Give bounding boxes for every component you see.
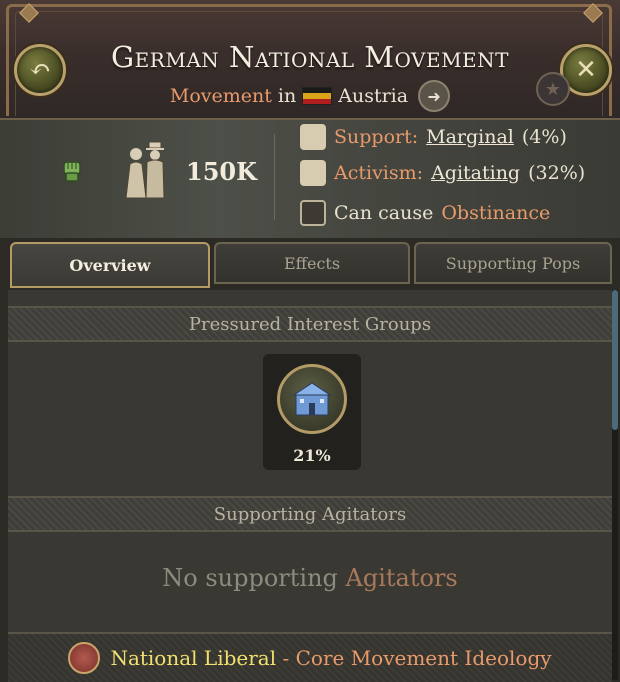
obstinance-icon — [300, 200, 326, 226]
movement-type: Movement — [169, 85, 272, 107]
support-people-icon — [300, 124, 326, 150]
support-percent: (4%) — [521, 126, 567, 148]
interest-group-card[interactable]: 21% — [263, 354, 361, 470]
tab-bar: Overview Effects Supporting Pops — [10, 242, 612, 288]
back-button[interactable]: ↶ — [14, 44, 66, 96]
interest-group-icon — [277, 364, 347, 434]
austria-flag-icon[interactable] — [302, 87, 333, 105]
support-label: Support: — [334, 126, 419, 148]
cause-row: Can cause Obstinance — [300, 200, 550, 226]
pressured-ig-header: Pressured Interest Groups — [8, 306, 612, 342]
no-agitators-prefix: No supporting — [162, 564, 338, 592]
arrow-right-icon: ➜ — [427, 86, 441, 106]
no-agitators-word: Agitators — [345, 564, 458, 592]
activism-percent: (32%) — [528, 162, 586, 184]
activism-value[interactable]: Agitating — [431, 162, 520, 184]
subtitle-in: in — [277, 85, 297, 107]
movement-subtitle: Movement in Austria ➜ — [80, 80, 540, 112]
back-arrow-icon: ↶ — [29, 55, 51, 85]
ideology-separator: - — [276, 646, 296, 670]
cause-label: Can cause — [334, 202, 434, 224]
support-row: Support: Marginal (4%) — [300, 124, 567, 150]
no-agitators-message: No supporting Agitators — [8, 564, 612, 592]
ideology-name: National Liberal — [110, 646, 277, 670]
pops-icon — [125, 141, 165, 199]
divider — [274, 134, 275, 220]
star-icon: ★ — [544, 78, 562, 100]
tab-supporting-pops[interactable]: Supporting Pops — [414, 242, 612, 284]
activism-label: Activism: — [334, 162, 424, 184]
supporting-agitators-title: Supporting Agitators — [213, 503, 407, 525]
tab-effects[interactable]: Effects — [214, 242, 410, 284]
activism-row: Activism: Agitating (32%) — [300, 160, 585, 186]
supporting-agitators-header: Supporting Agitators — [8, 496, 612, 532]
tab-overview-label: Overview — [69, 255, 151, 275]
page-title: German National Movement — [111, 40, 509, 74]
goto-country-button[interactable]: ➜ — [418, 80, 451, 112]
interest-group-percent: 21% — [293, 446, 331, 465]
favorite-button[interactable]: ★ — [536, 72, 570, 106]
tab-effects-label: Effects — [283, 253, 341, 273]
close-icon: ✕ — [575, 55, 597, 85]
megaphone-icon — [300, 160, 326, 186]
ideology-type: Core Movement Ideology — [295, 646, 552, 670]
cause-value[interactable]: Obstinance — [441, 202, 550, 224]
tab-supporting-pops-label: Supporting Pops — [445, 253, 581, 273]
ideology-book-icon — [68, 642, 101, 674]
support-value[interactable]: Marginal — [426, 126, 514, 148]
country-name[interactable]: Austria — [338, 85, 408, 107]
scrollbar-thumb[interactable] — [612, 290, 618, 430]
pressured-ig-title: Pressured Interest Groups — [188, 313, 432, 335]
fist-icon — [63, 161, 81, 182]
tab-overview[interactable]: Overview — [10, 242, 210, 288]
movement-size: 150K — [186, 157, 257, 186]
building-icon — [292, 382, 332, 416]
ideology-row[interactable]: National Liberal - Core Movement Ideolog… — [8, 632, 612, 682]
overview-content: Pressured Interest Groups Supporting Agi… — [8, 290, 612, 680]
